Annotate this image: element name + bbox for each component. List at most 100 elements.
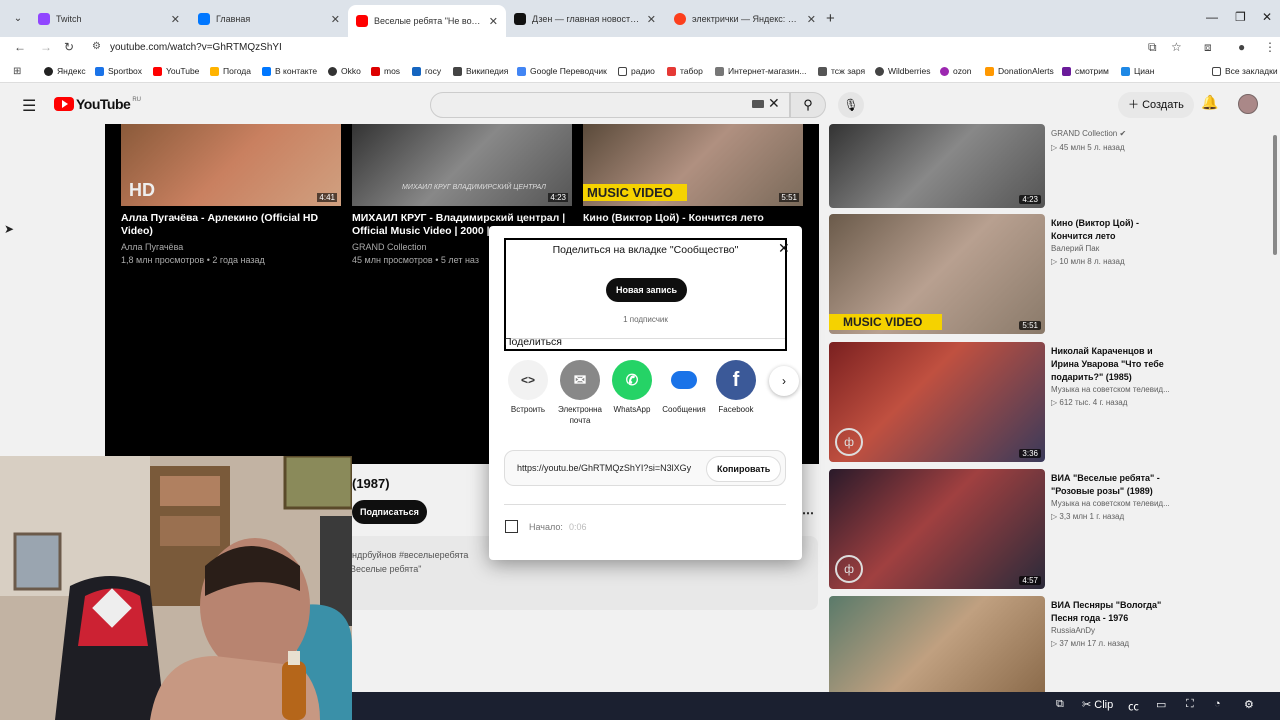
share-whatsapp[interactable]: ✆ WhatsApp — [608, 360, 656, 415]
share-link-field[interactable]: https://youtu.be/GhRTMQzShYI?si=N3lXGy — [517, 463, 699, 473]
bookmark-item[interactable]: В контакте — [262, 66, 317, 76]
subscribe-button[interactable]: Подписаться — [352, 500, 427, 524]
share-embed[interactable]: <> Встроить — [504, 360, 552, 415]
share-messages[interactable]: Сообщения — [660, 360, 708, 415]
bookmark-item[interactable]: ozon — [940, 66, 971, 76]
clip-button[interactable]: ✂ Clip — [1082, 698, 1113, 711]
video-title[interactable]: ВИА Песняры "Вологда" Песня года - 1976 — [1051, 599, 1176, 625]
start-at-time-input[interactable]: 0:06 — [569, 522, 587, 532]
new-post-button[interactable]: Новая запись — [606, 278, 688, 302]
tab-twitch[interactable]: Twitch ✕ — [30, 7, 188, 31]
bookmark-item[interactable]: Циан — [1121, 66, 1154, 76]
miniplayer-icon[interactable]: ⧉ — [1056, 698, 1064, 711]
sidebar-video-item[interactable]: MUSIC VIDEO 5:51 Кино (Виктор Цой) - Кон… — [829, 214, 1229, 338]
close-window-icon[interactable]: ✕ — [1262, 10, 1272, 24]
bookmark-item[interactable]: Все закладки — [1212, 66, 1278, 76]
video-thumbnail[interactable]: ф 4:57 — [829, 469, 1045, 589]
video-title[interactable]: Николай Караченцов и Ирина Уварова "Что … — [1051, 345, 1176, 384]
start-at-checkbox[interactable] — [505, 520, 518, 533]
tab-dzen[interactable]: Дзен — главная новостная ин ✕ — [506, 7, 664, 31]
copy-button[interactable]: Копировать — [706, 456, 782, 482]
notifications-bell-icon[interactable]: 🔔 — [1201, 94, 1218, 111]
share-facebook[interactable]: f Facebook — [712, 360, 760, 415]
bookmark-item[interactable]: Wildberries — [875, 66, 931, 76]
page-scrollbar[interactable] — [1271, 125, 1280, 690]
subtitles-icon[interactable]: ㏄ — [1128, 698, 1139, 714]
bookmark-item[interactable]: Погода — [210, 66, 251, 76]
url-field[interactable]: youtube.com/watch?v=GhRTMQzShYI — [110, 42, 282, 53]
install-app-icon[interactable]: ⧉ — [1148, 40, 1157, 55]
bookmark-star-icon[interactable]: ☆ — [1171, 40, 1182, 54]
sidebar-video-item[interactable]: ф 3:36 Николай Караченцов и Ирина Уваров… — [829, 342, 1229, 466]
close-icon[interactable]: ✕ — [807, 13, 816, 26]
close-icon[interactable]: ✕ — [331, 13, 340, 26]
bookmark-item[interactable]: смотрим — [1062, 66, 1109, 76]
bookmark-item[interactable]: YouTube — [153, 66, 199, 76]
tab-yandex[interactable]: электрички — Яндекс: нашлос ✕ — [666, 7, 824, 31]
close-icon[interactable]: ✕ — [171, 13, 180, 26]
speed-icon[interactable]: ◔ — [1214, 698, 1221, 710]
forward-icon[interactable]: → — [40, 40, 52, 54]
site-info-icon[interactable]: ⚙ — [92, 41, 101, 52]
scrollbar-thumb[interactable] — [1273, 135, 1277, 255]
profile-icon[interactable]: ● — [1238, 40, 1245, 54]
microphone-icon[interactable]: 🎙 — [838, 92, 864, 118]
bookmark-item[interactable]: Википедия — [453, 66, 508, 76]
share-email[interactable]: ✉ Электронна почта — [556, 360, 604, 426]
video-thumbnail[interactable]: MUSIC VIDEO 5:51 — [829, 214, 1045, 334]
bookmark-item[interactable]: табор — [667, 66, 703, 76]
avatar[interactable] — [1238, 94, 1258, 114]
search-button[interactable]: ⚲ — [790, 92, 826, 118]
endcard-thumbnail[interactable]: HD 4:41 — [121, 124, 341, 206]
bookmark-item[interactable]: госу — [412, 66, 441, 76]
close-icon[interactable]: ✕ — [647, 13, 656, 26]
video-thumbnail[interactable]: 4:23 — [829, 124, 1045, 208]
search-input[interactable] — [430, 92, 790, 118]
hamburger-menu-icon[interactable]: ☰ — [22, 96, 36, 116]
video-title[interactable]: ВИА "Веселые ребята" - "Розовые розы" (1… — [1051, 472, 1176, 498]
create-button[interactable]: ＋ Создать — [1118, 92, 1194, 118]
tab-vk[interactable]: Главная ✕ — [190, 7, 348, 31]
menu-icon[interactable]: ⋮ — [1264, 40, 1276, 54]
reload-icon[interactable]: ↻ — [64, 40, 74, 54]
extensions-icon[interactable]: ⧈ — [1204, 40, 1212, 55]
channel-name: Музыка на советском телевид... — [1051, 385, 1170, 394]
bookmark-item[interactable]: Интернет-магазин... — [715, 66, 806, 76]
apps-grid-icon[interactable]: ⊞ — [13, 66, 21, 77]
video-thumbnail[interactable] — [829, 596, 1045, 696]
new-tab-button[interactable]: + — [826, 10, 835, 27]
video-thumbnail[interactable]: ф 3:36 — [829, 342, 1045, 462]
restore-icon[interactable]: ❐ — [1235, 10, 1246, 24]
endcard-title[interactable]: Алла Пугачёва - Арлекино (Official HD Vi… — [121, 212, 341, 238]
next-share-options-icon[interactable]: › — [769, 366, 799, 396]
clear-search-icon[interactable]: ✕ — [768, 95, 780, 112]
more-actions-icon[interactable]: ⋯ — [802, 506, 814, 520]
close-icon[interactable]: ✕ — [489, 15, 498, 28]
keyboard-icon[interactable] — [752, 100, 764, 108]
back-icon[interactable]: ← — [14, 40, 26, 54]
video-title[interactable]: Кино (Виктор Цой) - Кончится лето — [1051, 217, 1176, 243]
bookmark-item[interactable]: Яндекс — [44, 66, 86, 76]
bookmark-item[interactable]: DonationAlerts — [985, 66, 1054, 76]
minimize-icon[interactable]: — — [1206, 10, 1218, 24]
bookmark-item[interactable]: радио — [618, 66, 655, 76]
endcard-thumbnail[interactable]: MUSIC VIDEO 5:51 — [583, 124, 803, 206]
music-video-badge: MUSIC VIDEO — [829, 314, 943, 330]
endcard-title[interactable]: Кино (Виктор Цой) - Кончится лето — [583, 212, 803, 225]
bookmark-item[interactable]: тсж заря — [818, 66, 865, 76]
tab-search-icon[interactable]: ⌄ — [8, 10, 28, 28]
youtube-logo[interactable]: YouTube RU — [54, 96, 141, 112]
bookmark-item[interactable]: Sportbox — [95, 66, 142, 76]
bookmark-item[interactable]: Okko — [328, 66, 361, 76]
sidebar-video-item[interactable]: ф 4:57 ВИА "Веселые ребята" - "Розовые р… — [829, 469, 1229, 593]
bookmark-item[interactable]: Google Переводчик — [517, 66, 607, 76]
close-dialog-icon[interactable]: ✕ — [778, 240, 790, 257]
share-option-label: Встроить — [510, 405, 546, 414]
tab-youtube-active[interactable]: Веселые ребята "Не волнуйте ✕ — [348, 5, 506, 37]
autoplay-icon[interactable]: ▭ — [1156, 698, 1166, 711]
sidebar-video-item[interactable]: 4:23 GRAND Collection ✔ ▷ 45 млн 5 л. на… — [829, 124, 1229, 208]
settings-gear-icon[interactable]: ⚙ — [1244, 698, 1254, 711]
fullscreen-icon[interactable]: ⛶ — [1186, 698, 1194, 711]
bookmark-item[interactable]: mos — [371, 66, 400, 76]
endcard-thumbnail[interactable]: МИХАИЛ КРУГ ВЛАДИМИРСКИЙ ЦЕНТРАЛ 4:23 — [352, 124, 572, 206]
